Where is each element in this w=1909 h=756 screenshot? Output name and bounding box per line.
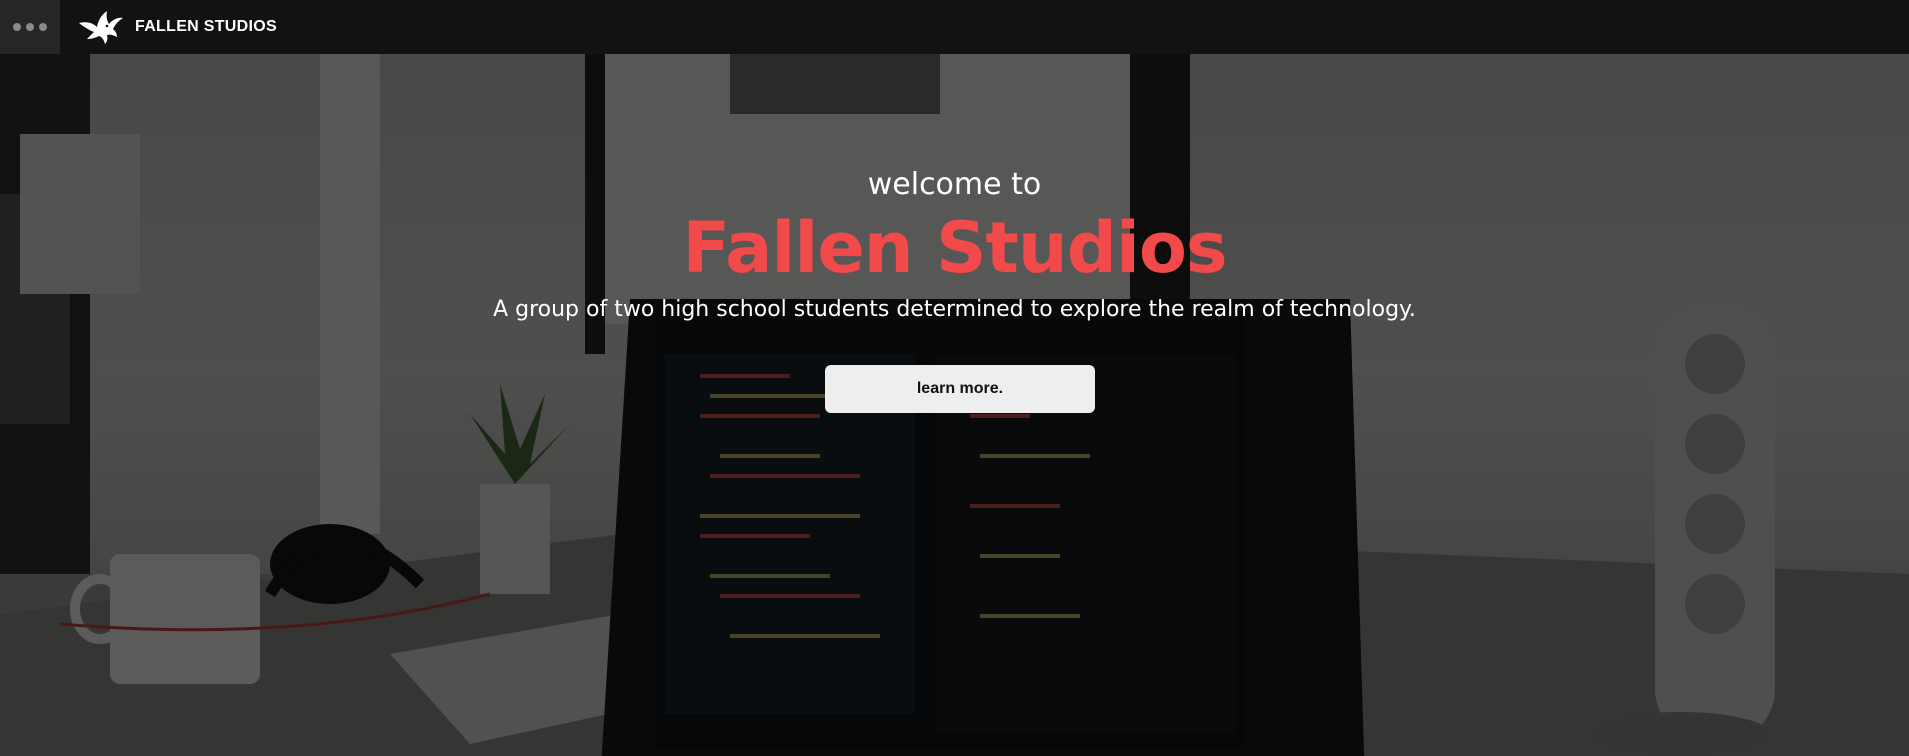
page: FALLEN STUDIOS welcome to Fallen Studios… — [0, 0, 1909, 756]
hero-tagline: A group of two high school students dete… — [493, 297, 1416, 322]
ellipsis-menu-icon — [26, 23, 34, 31]
hero-title: Fallen Studios — [682, 207, 1227, 289]
hero-section: welcome to Fallen Studios A group of two… — [0, 54, 1909, 756]
brand-link[interactable]: FALLEN STUDIOS — [77, 9, 277, 45]
menu-toggle-button[interactable] — [0, 0, 60, 54]
ellipsis-menu-icon — [39, 23, 47, 31]
brand-name: FALLEN STUDIOS — [135, 18, 277, 35]
hero-content: welcome to Fallen Studios A group of two… — [0, 54, 1909, 756]
top-navbar: FALLEN STUDIOS — [0, 0, 1909, 54]
welcome-text: welcome to — [867, 167, 1042, 202]
ellipsis-menu-icon — [13, 23, 21, 31]
learn-more-button[interactable]: learn more. — [825, 365, 1095, 413]
bird-logo-icon — [79, 11, 123, 44]
